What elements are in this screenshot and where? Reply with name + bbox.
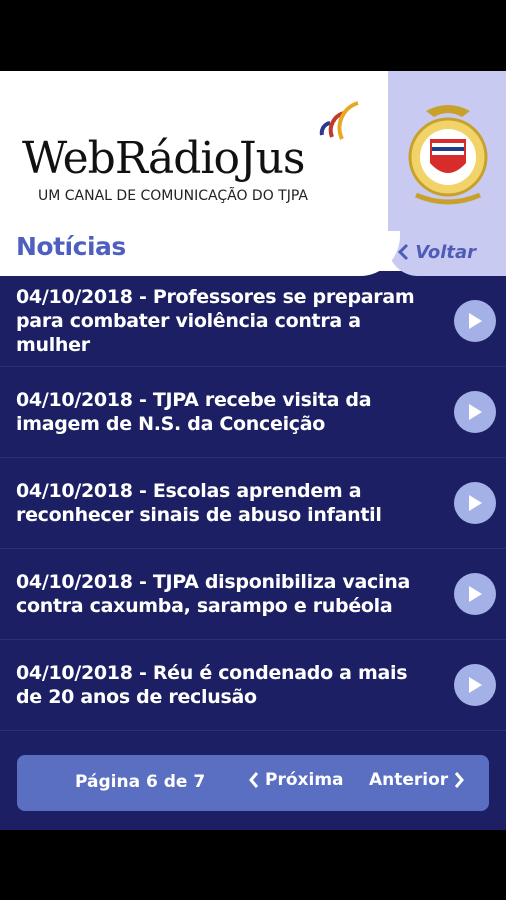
news-item[interactable]: 04/10/2018 - TJPA recebe visita da image… <box>0 367 506 458</box>
play-icon <box>469 495 482 511</box>
back-button-label: Voltar <box>415 241 476 263</box>
page-title: Notícias <box>16 232 126 261</box>
title-bar: Notícias Voltar <box>0 216 506 276</box>
play-icon <box>469 404 482 420</box>
news-list: 04/10/2018 - Professores se preparam par… <box>0 276 506 731</box>
play-icon <box>469 677 482 693</box>
radio-signal-icon <box>319 101 359 140</box>
logo-subtitle: UM CANAL DE COMUNICAÇÃO DO TJPA <box>38 188 308 204</box>
tjpa-coat-of-arms-icon <box>408 105 488 205</box>
play-icon <box>469 313 482 329</box>
chevron-left-icon <box>398 243 409 261</box>
news-title: 04/10/2018 - TJPA recebe visita da image… <box>16 389 372 435</box>
news-item[interactable]: 04/10/2018 - Escolas aprendem a reconhec… <box>0 458 506 549</box>
webradiojus-logo: WebRádioJus UM CANAL DE COMUNICAÇÃO DO T… <box>22 93 362 213</box>
news-title: 04/10/2018 - Réu é condenado a mais de 2… <box>16 662 408 708</box>
news-item[interactable]: 04/10/2018 - TJPA disponibiliza vacina c… <box>0 549 506 640</box>
pagination-bar: Página 6 de 7 Próxima Anterior <box>17 755 489 811</box>
page-indicator: Página 6 de 7 <box>75 772 206 792</box>
play-icon <box>469 586 482 602</box>
play-button[interactable] <box>454 300 496 342</box>
logo-text: WebRádioJus <box>22 133 305 184</box>
play-button[interactable] <box>454 664 496 706</box>
previous-page-button[interactable]: Anterior <box>369 770 465 790</box>
back-button[interactable]: Voltar <box>386 234 506 270</box>
next-page-button[interactable]: Próxima <box>249 770 344 790</box>
news-item[interactable]: 04/10/2018 - Réu é condenado a mais de 2… <box>0 640 506 731</box>
play-button[interactable] <box>454 573 496 615</box>
play-button[interactable] <box>454 391 496 433</box>
news-item[interactable]: 04/10/2018 - Professores se preparam par… <box>0 276 506 367</box>
news-title: 04/10/2018 - Escolas aprendem a reconhec… <box>16 480 382 526</box>
previous-page-label: Anterior <box>369 770 449 790</box>
play-button[interactable] <box>454 482 496 524</box>
chevron-left-icon <box>249 772 259 788</box>
news-title: 04/10/2018 - TJPA disponibiliza vacina c… <box>16 571 410 617</box>
app-screen: WebRádioJus UM CANAL DE COMUNICAÇÃO DO T… <box>0 71 506 830</box>
next-page-label: Próxima <box>265 770 344 790</box>
news-title: 04/10/2018 - Professores se preparam par… <box>16 286 415 356</box>
chevron-right-icon <box>455 772 465 788</box>
